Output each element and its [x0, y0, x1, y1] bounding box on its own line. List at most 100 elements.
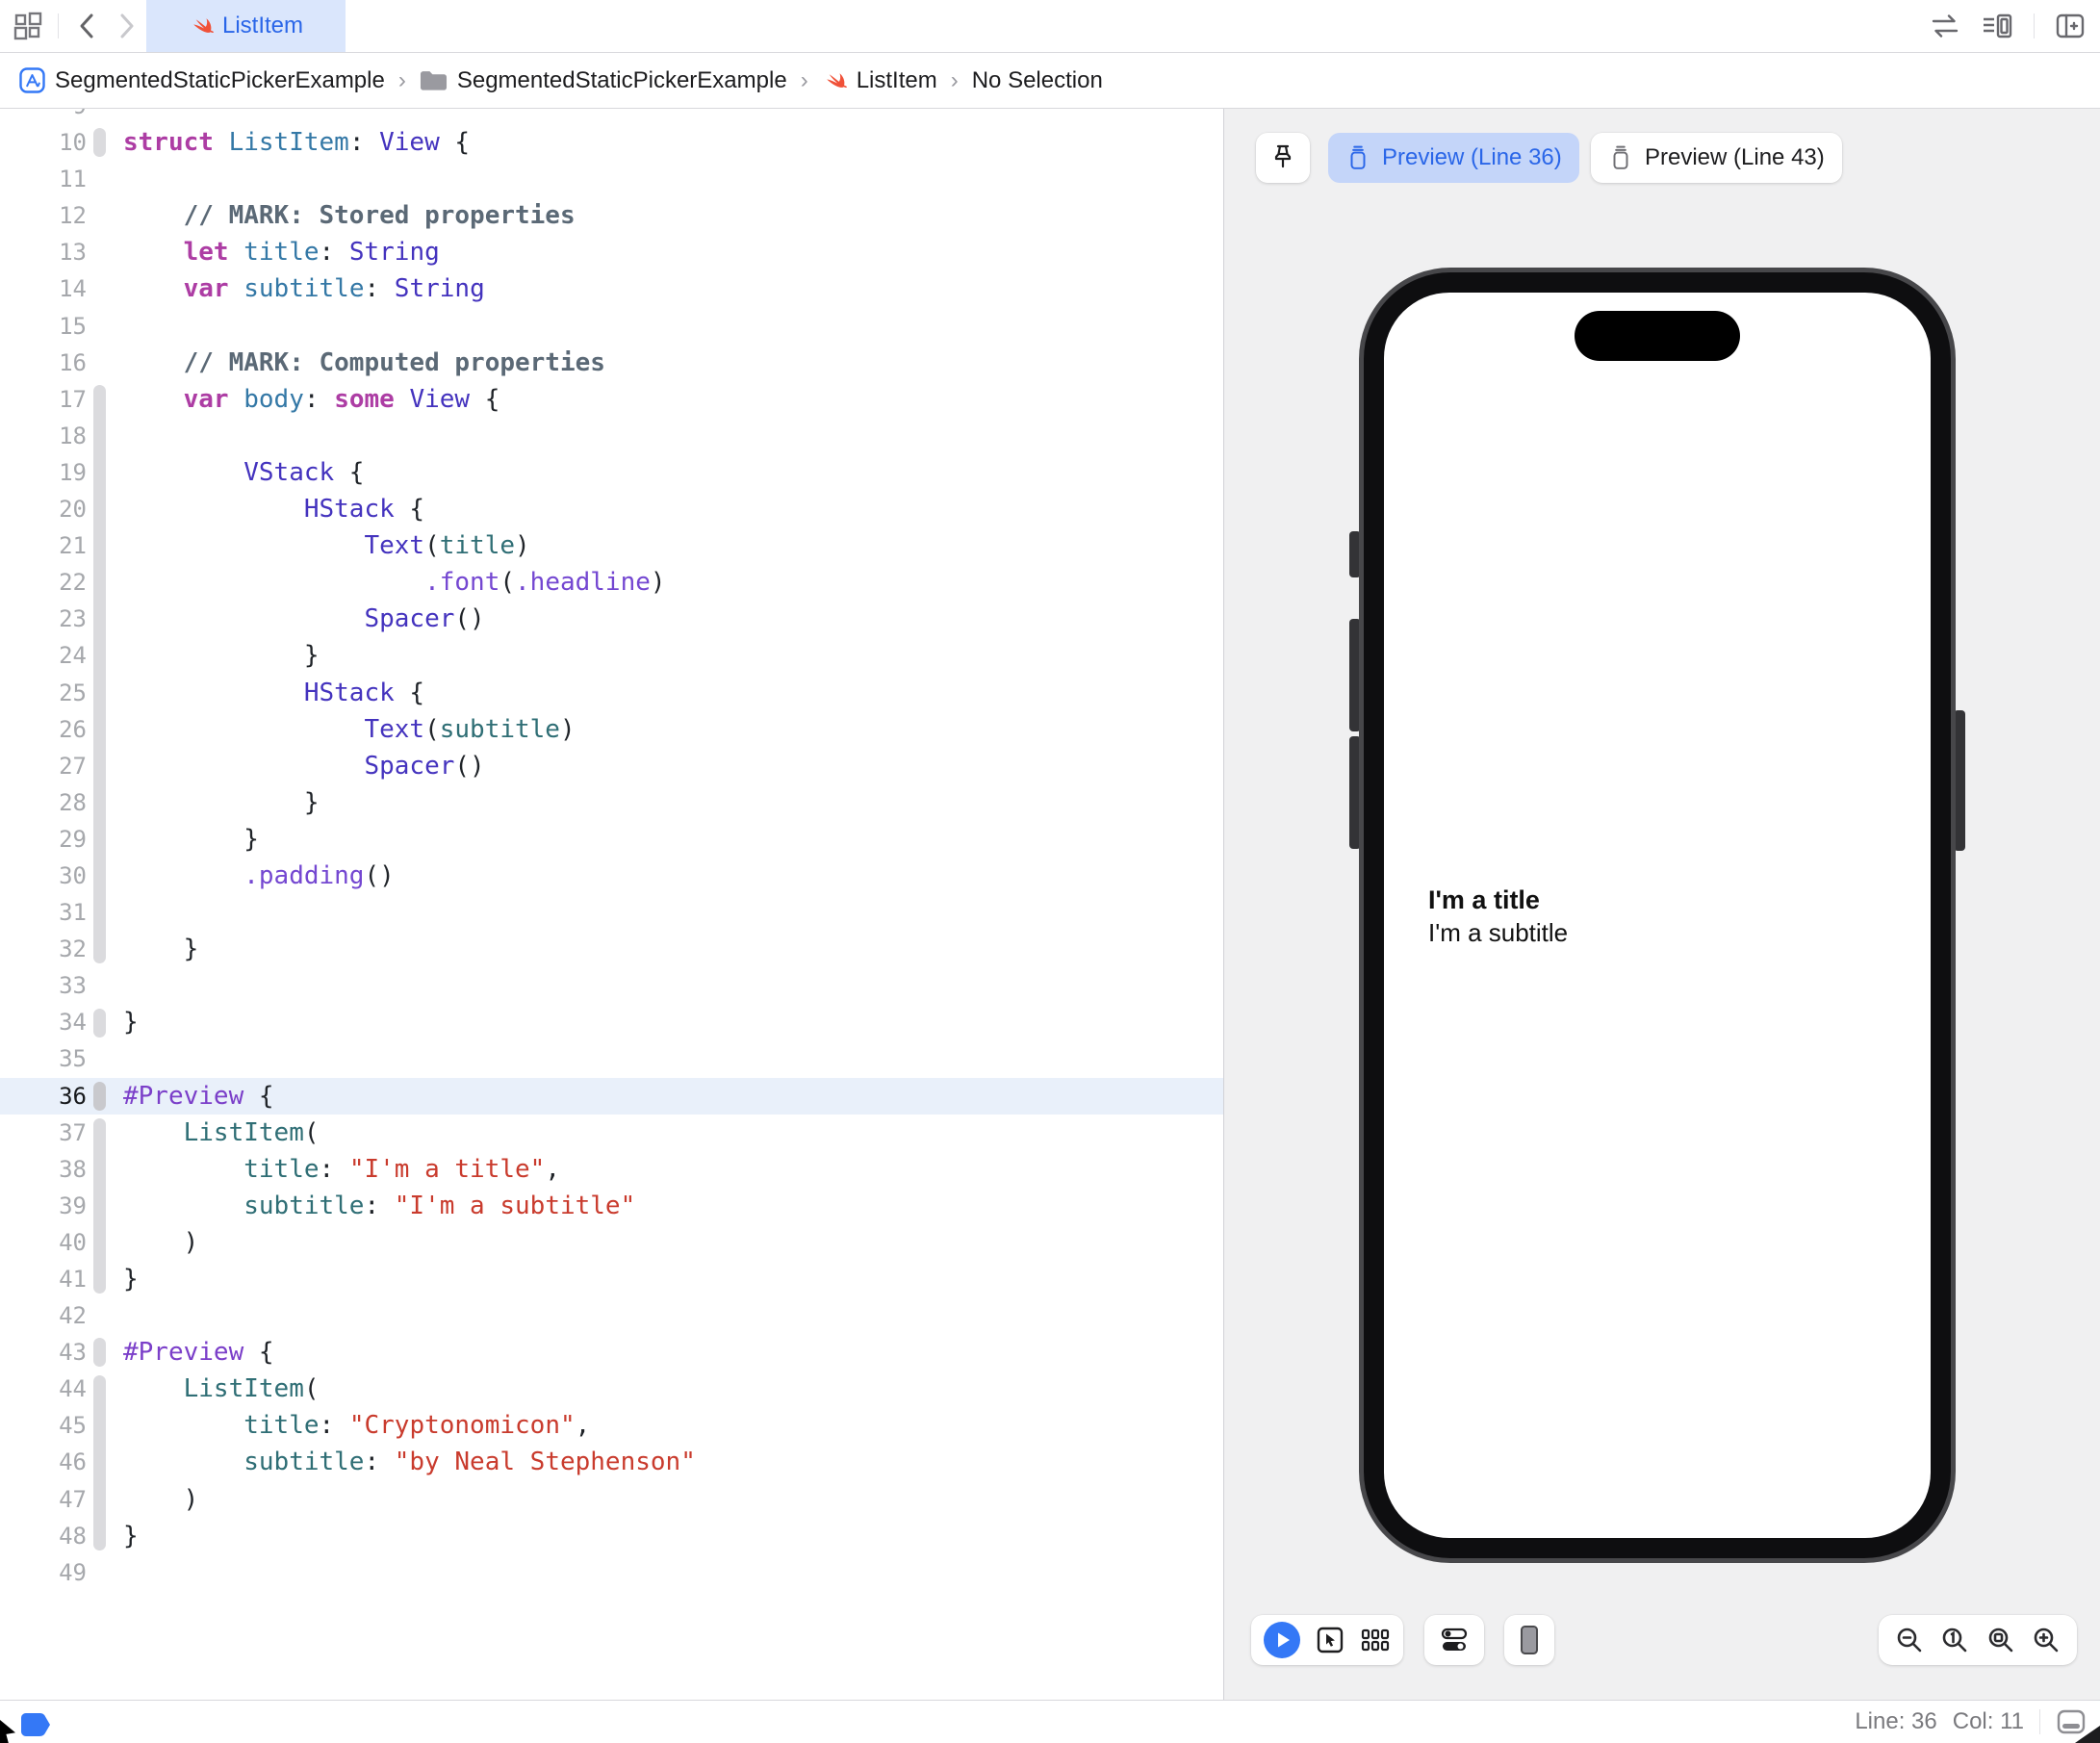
tab-listitem[interactable]: ListItem: [146, 0, 346, 52]
code-line[interactable]: 16 // MARK: Computed properties: [0, 345, 1223, 381]
line-number[interactable]: 18: [0, 418, 87, 454]
pin-preview-button[interactable]: [1256, 133, 1310, 183]
code-line[interactable]: 38 title: "I'm a title",: [0, 1151, 1223, 1188]
line-number[interactable]: 34: [0, 1004, 87, 1040]
code-line[interactable]: 43#Preview {: [0, 1334, 1223, 1371]
code-line[interactable]: 24 }: [0, 637, 1223, 674]
line-number[interactable]: 48: [0, 1518, 87, 1554]
zoom-in-icon[interactable]: [2032, 1626, 2061, 1654]
line-number[interactable]: 33: [0, 967, 87, 1004]
code-line[interactable]: 20 HStack {: [0, 491, 1223, 527]
line-number[interactable]: 25: [0, 675, 87, 711]
breadcrumb-item-group[interactable]: SegmentedStaticPickerExample: [420, 67, 787, 94]
code-line[interactable]: 40 ): [0, 1224, 1223, 1261]
line-number[interactable]: 13: [0, 234, 87, 270]
preview-tab-line43[interactable]: Preview (Line 43): [1591, 133, 1842, 183]
code-line[interactable]: 27 Spacer(): [0, 748, 1223, 784]
swap-arrows-icon[interactable]: [1930, 13, 1960, 39]
code-line[interactable]: 25 HStack {: [0, 675, 1223, 711]
code-line[interactable]: 46 subtitle: "by Neal Stephenson": [0, 1444, 1223, 1480]
line-number[interactable]: 40: [0, 1224, 87, 1261]
zoom-fit-icon[interactable]: [1986, 1626, 2015, 1654]
code-line[interactable]: 41}: [0, 1261, 1223, 1297]
line-number[interactable]: 31: [0, 894, 87, 931]
code-line[interactable]: 21 Text(title): [0, 527, 1223, 564]
code-line[interactable]: 28 }: [0, 784, 1223, 821]
code-line[interactable]: 48}: [0, 1518, 1223, 1554]
zoom-actual-size-icon[interactable]: [1940, 1626, 1969, 1654]
breadcrumb-item-selection[interactable]: No Selection: [972, 67, 1103, 94]
code-line[interactable]: 12 // MARK: Stored properties: [0, 197, 1223, 234]
code-line[interactable]: 47 ): [0, 1481, 1223, 1518]
code-line[interactable]: 18: [0, 418, 1223, 454]
code-line[interactable]: 11: [0, 161, 1223, 197]
line-number[interactable]: 12: [0, 197, 87, 234]
line-number[interactable]: 27: [0, 748, 87, 784]
line-number[interactable]: 49: [0, 1554, 87, 1591]
line-number[interactable]: 41: [0, 1261, 87, 1297]
line-number[interactable]: 46: [0, 1444, 87, 1480]
line-number[interactable]: 20: [0, 491, 87, 527]
add-editor-icon[interactable]: [2056, 13, 2085, 38]
code-line[interactable]: 42: [0, 1297, 1223, 1334]
line-number[interactable]: 29: [0, 821, 87, 858]
play-icon[interactable]: [1264, 1622, 1300, 1658]
code-line[interactable]: 23 Spacer(): [0, 601, 1223, 637]
line-number[interactable]: 32: [0, 931, 87, 967]
line-number[interactable]: 28: [0, 784, 87, 821]
line-number[interactable]: 47: [0, 1481, 87, 1518]
line-number[interactable]: 38: [0, 1151, 87, 1188]
code-line[interactable]: 39 subtitle: "I'm a subtitle": [0, 1188, 1223, 1224]
code-line[interactable]: 13 let title: String: [0, 234, 1223, 270]
code-line[interactable]: 45 title: "Cryptonomicon",: [0, 1407, 1223, 1444]
code-line[interactable]: 31: [0, 894, 1223, 931]
select-cursor-icon[interactable]: [1316, 1626, 1345, 1654]
code-line[interactable]: 10struct ListItem: View {: [0, 124, 1223, 161]
code-line[interactable]: 26 Text(subtitle): [0, 711, 1223, 748]
line-number[interactable]: 35: [0, 1040, 87, 1077]
line-number[interactable]: 11: [0, 161, 87, 197]
breadcrumb-item-project[interactable]: SegmentedStaticPickerExample: [19, 67, 385, 94]
line-number[interactable]: 14: [0, 270, 87, 307]
line-number[interactable]: 21: [0, 527, 87, 564]
code-line[interactable]: 49: [0, 1554, 1223, 1591]
line-number[interactable]: 39: [0, 1188, 87, 1224]
line-number[interactable]: 36: [0, 1078, 87, 1115]
code-line[interactable]: 19 VStack {: [0, 454, 1223, 491]
line-number[interactable]: 10: [0, 124, 87, 161]
code-line[interactable]: 15: [0, 308, 1223, 345]
line-number[interactable]: 17: [0, 381, 87, 418]
code-line[interactable]: 35: [0, 1040, 1223, 1077]
code-line[interactable]: 33: [0, 967, 1223, 1004]
code-line[interactable]: 37 ListItem(: [0, 1115, 1223, 1151]
line-number[interactable]: 24: [0, 637, 87, 674]
line-number[interactable]: 43: [0, 1334, 87, 1371]
line-number[interactable]: 19: [0, 454, 87, 491]
forward-chevron-icon[interactable]: [118, 13, 136, 39]
preview-tab-line36[interactable]: Preview (Line 36): [1328, 133, 1579, 183]
device-settings-button[interactable]: [1424, 1615, 1484, 1665]
line-number[interactable]: 16: [0, 345, 87, 381]
breakpoint-tag[interactable]: [21, 1713, 50, 1736]
device-button[interactable]: [1504, 1615, 1554, 1665]
line-number[interactable]: 44: [0, 1371, 87, 1407]
line-number[interactable]: 26: [0, 711, 87, 748]
bottom-bar-toggle-icon[interactable]: [2056, 1708, 2087, 1735]
line-number[interactable]: 15: [0, 308, 87, 345]
code-line[interactable]: 22 .font(.headline): [0, 564, 1223, 601]
line-number[interactable]: 30: [0, 858, 87, 894]
code-line[interactable]: 34}: [0, 1004, 1223, 1040]
line-number[interactable]: 22: [0, 564, 87, 601]
code-line[interactable]: 44 ListItem(: [0, 1371, 1223, 1407]
editor-options-icon[interactable]: [1982, 13, 2012, 39]
code-editor[interactable]: 910struct ListItem: View {1112 // MARK: …: [0, 109, 1223, 1700]
code-line[interactable]: 36#Preview {: [0, 1078, 1223, 1115]
code-line[interactable]: 29 }: [0, 821, 1223, 858]
line-number[interactable]: 37: [0, 1115, 87, 1151]
code-line[interactable]: 9: [0, 109, 1223, 124]
code-line[interactable]: 17 var body: some View {: [0, 381, 1223, 418]
variants-grid-icon[interactable]: [1360, 1626, 1391, 1654]
iphone-screen[interactable]: I'm a title I'm a subtitle: [1384, 293, 1931, 1538]
code-line[interactable]: 14 var subtitle: String: [0, 270, 1223, 307]
breadcrumb-item-file[interactable]: ListItem: [822, 67, 937, 94]
